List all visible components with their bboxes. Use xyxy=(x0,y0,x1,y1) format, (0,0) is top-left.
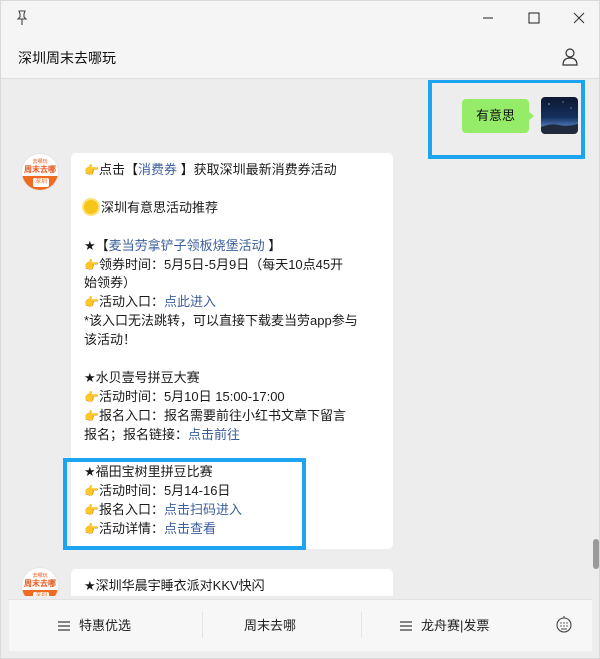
coupon-link[interactable]: 消费券 xyxy=(138,162,177,177)
keyboard-icon[interactable] xyxy=(555,615,573,633)
pin-icon[interactable] xyxy=(13,9,31,27)
bot-avatar[interactable]: 去哪玩 周末去哪 深圳 xyxy=(21,153,59,191)
pointing-hand-icon: 👉 xyxy=(84,389,99,404)
pointing-hand-icon: 👉 xyxy=(84,295,99,310)
message-line: ★深圳华晨宇睡衣派对KKV快闪 xyxy=(84,578,265,593)
avatar-text-main: 周末去哪 xyxy=(24,165,56,174)
chat-title: 深圳周末去哪玩 xyxy=(18,50,116,66)
menu-item-label: 周末去哪 xyxy=(244,618,297,633)
pointing-hand-icon: 👉 xyxy=(84,257,99,272)
message-line: 👉活动入口：点此进入 xyxy=(84,294,216,310)
menu-item-dragon-boat[interactable]: 龙舟赛|发票 xyxy=(399,617,489,635)
sun-icon xyxy=(84,199,98,214)
title-bar xyxy=(1,1,599,35)
menu-lines-icon xyxy=(400,621,412,631)
message-line: 该活动！ xyxy=(84,332,137,348)
bottom-menu-bar: 特惠优选 周末去哪 龙舟赛|发票 xyxy=(9,599,592,651)
minimize-icon[interactable] xyxy=(479,9,497,27)
message-line: 👉领券时间：5月5日-5月9日（每天10点45开 xyxy=(84,256,344,272)
message-line: 始领券） xyxy=(84,275,137,291)
pointing-hand-icon: 👉 xyxy=(84,408,99,423)
highlight-box-top xyxy=(428,80,585,159)
scrollbar-thumb[interactable] xyxy=(593,539,599,569)
bot-avatar[interactable]: 去哪玩 周末去哪 深圳 xyxy=(21,567,59,596)
bot-message-bubble: ★深圳华晨宇睡衣派对KKV快闪 xyxy=(71,569,393,596)
menu-lines-icon xyxy=(58,621,70,631)
app-window: 深圳周末去哪玩 有意思 去哪玩 周末去哪 深圳 👉点击【消费券 】获取深圳最新消… xyxy=(0,0,600,659)
user-icon[interactable] xyxy=(561,47,579,67)
pointing-hand-icon: 👉 xyxy=(84,163,99,177)
message-line: *该入口无法跳转，可以直接下载麦当劳app参与 xyxy=(84,313,358,329)
menu-item-label: 龙舟赛|发票 xyxy=(421,618,490,633)
message-line: 👉点击【消费券 】获取深圳最新消费券活动 xyxy=(84,162,337,177)
avatar-badge: 深圳 xyxy=(33,178,49,187)
enter-here-link[interactable]: 点此进入 xyxy=(164,294,216,309)
close-icon[interactable] xyxy=(570,9,588,27)
message-line: ★水贝壹号拼豆大赛 xyxy=(84,369,200,385)
menu-divider xyxy=(361,612,362,638)
message-line: 报名；报名链接：点击前往 xyxy=(84,426,241,442)
message-line: 👉活动时间：5月10日 15:00-17:00 xyxy=(84,388,285,404)
chat-area[interactable]: 有意思 去哪玩 周末去哪 深圳 👉点击【消费券 】获取深圳最新消费券活动 深圳有… xyxy=(1,80,591,596)
maximize-icon[interactable] xyxy=(525,9,543,27)
click-to-go-link[interactable]: 点击前往 xyxy=(188,427,240,442)
message-line: ★【麦当劳拿铲子领板烧堡活动 】 xyxy=(84,237,282,253)
highlight-box-bottom xyxy=(63,458,306,550)
mcdonalds-activity-link[interactable]: 麦当劳拿铲子领板烧堡活动 xyxy=(109,238,265,253)
chat-scrollbar[interactable] xyxy=(591,80,600,596)
message-line: 深圳有意思活动推荐 xyxy=(84,199,380,218)
menu-item-weekend[interactable]: 周末去哪 xyxy=(244,617,296,635)
chat-header: 深圳周末去哪玩 xyxy=(1,35,599,79)
avatar-badge: 深圳 xyxy=(33,592,49,596)
avatar-text-main: 周末去哪 xyxy=(24,579,56,588)
message-line: 👉报名入口：报名需要前往小红书文章下留言 xyxy=(84,407,346,423)
menu-item-deals[interactable]: 特惠优选 xyxy=(57,617,131,635)
menu-divider xyxy=(202,612,203,638)
menu-item-label: 特惠优选 xyxy=(79,618,132,633)
